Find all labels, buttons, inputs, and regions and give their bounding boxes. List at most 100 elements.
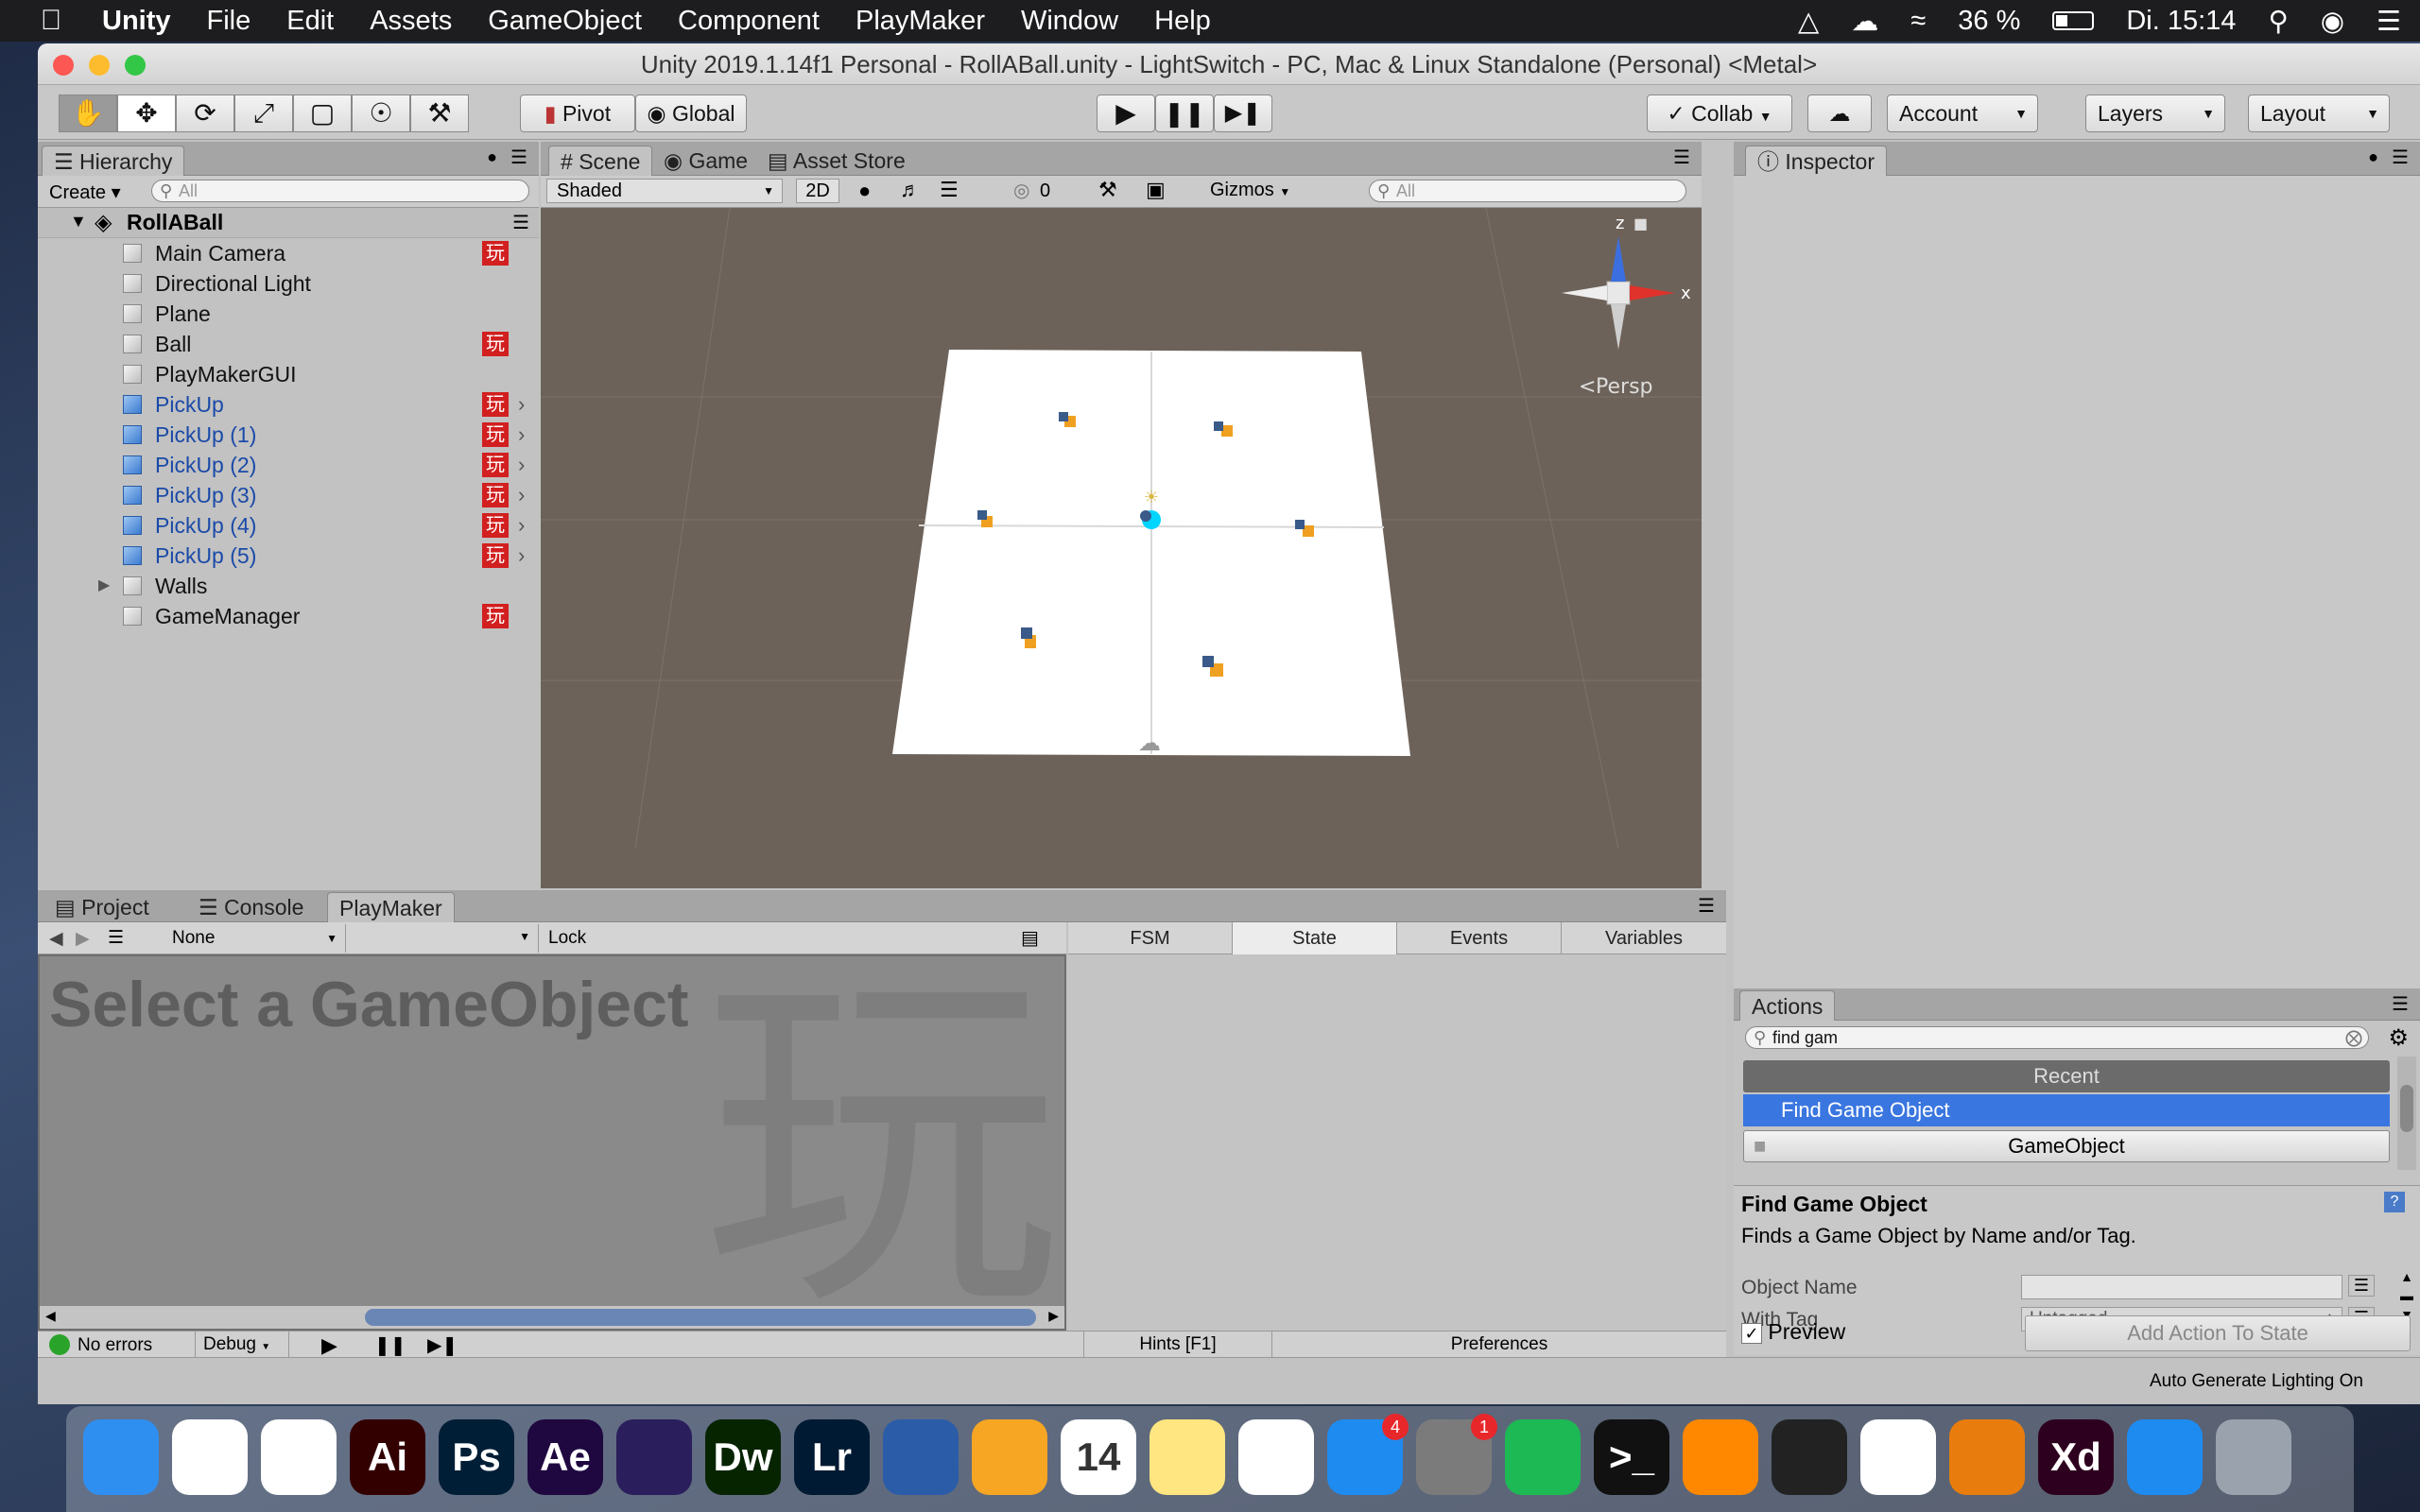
action-item-find-game-object[interactable]: Find Game Object <box>1743 1094 2390 1126</box>
menu-file[interactable]: File <box>207 6 251 37</box>
forward-icon[interactable]: ▶ <box>76 928 90 950</box>
premiere-icon[interactable] <box>616 1419 692 1495</box>
scroll-right-icon[interactable]: ▶ <box>1048 1308 1059 1324</box>
debug-step-button[interactable]: ▶❚ <box>427 1333 458 1357</box>
minimap-icon[interactable]: ▤ <box>1021 926 1039 950</box>
hierarchy-item[interactable]: Main Camera 玩 <box>38 238 539 268</box>
prefab-open-chevron-icon[interactable]: › <box>518 420 525 450</box>
lock-toggle[interactable]: Lock <box>548 928 586 949</box>
effects-toggle-icon[interactable]: ☰ <box>940 178 959 202</box>
play-button[interactable]: ▶ <box>1097 94 1155 132</box>
scene-header-row[interactable]: ▼ ◈ RollABall ☰ <box>38 208 539 238</box>
debug-play-button[interactable]: ▶ <box>321 1333 337 1358</box>
unityhub-icon[interactable] <box>1772 1419 1847 1495</box>
battery-icon[interactable] <box>2052 11 2095 30</box>
tab-hierarchy[interactable]: ☰ Hierarchy <box>42 146 185 176</box>
help-icon[interactable]: ? <box>2384 1192 2405 1212</box>
hierarchy-item[interactable]: PickUp (5) 玩 › <box>38 541 539 571</box>
scene-menu-icon[interactable]: ☰ <box>512 211 529 234</box>
playmaker-fsm-icon[interactable]: 玩 <box>482 332 509 356</box>
camera-icon[interactable]: ▣ <box>1146 178 1166 202</box>
tab-game[interactable]: ◉ Game <box>652 146 759 176</box>
graph-icon[interactable] <box>261 1419 337 1495</box>
expand-triangle-icon[interactable]: ▼ <box>70 212 87 232</box>
menu-edit[interactable]: Edit <box>286 6 334 37</box>
lock-icon[interactable]: ● <box>2368 147 2378 167</box>
errors-status[interactable]: No errors <box>78 1335 152 1356</box>
calendar-icon[interactable]: 14 <box>1061 1419 1136 1495</box>
tab-console[interactable]: ☰ Console <box>187 892 315 922</box>
scroll-left-icon[interactable]: ◀ <box>45 1308 56 1324</box>
menu-component[interactable]: Component <box>678 6 820 37</box>
notification-center-icon[interactable]: ☰ <box>2377 5 2401 38</box>
tab-project[interactable]: ▤ Project <box>43 892 161 922</box>
account-dropdown[interactable]: Account ▼ <box>1887 94 2038 132</box>
scene-search-input[interactable]: ⚲ All <box>1369 180 1686 202</box>
create-dropdown[interactable]: Create ▾ <box>49 180 121 204</box>
variable-toggle-icon[interactable]: ☰ <box>2348 1275 2375 1297</box>
hidden-objects-icon[interactable]: ◎ <box>1013 179 1029 202</box>
hierarchy-item[interactable]: PickUp (3) 玩 › <box>38 480 539 510</box>
playmaker-fsm-icon[interactable]: 玩 <box>482 604 509 628</box>
debug-dropdown[interactable]: Debug ▼ <box>195 1332 289 1358</box>
fsm-select-dropdown[interactable]: None ▼ <box>166 924 346 953</box>
hierarchy-item[interactable]: Directional Light <box>38 268 539 299</box>
illustrator-icon[interactable]: Ai <box>350 1419 425 1495</box>
xd-icon[interactable]: Xd <box>2038 1419 2114 1495</box>
scene-viewport[interactable]: ☀ ☁ z x ■ < Persp <box>541 207 1702 888</box>
hierarchy-item[interactable]: PickUp 玩 › <box>38 389 539 420</box>
menu-gameobject[interactable]: GameObject <box>488 6 642 37</box>
panel-menu-icon[interactable]: ☰ <box>510 146 527 169</box>
recent-header[interactable]: Recent <box>1743 1060 2390 1092</box>
layout-dropdown[interactable]: Layout ▼ <box>2248 94 2390 132</box>
tab-fsm[interactable]: FSM <box>1068 922 1233 954</box>
global-toggle[interactable]: ◉ Global <box>635 94 747 132</box>
lightroom-icon[interactable]: Lr <box>794 1419 870 1495</box>
panel-menu-icon[interactable]: ☰ <box>2392 992 2409 1016</box>
trash-icon[interactable] <box>2216 1419 2291 1495</box>
panel-menu-icon[interactable]: ☰ <box>2392 146 2409 169</box>
frame-icon[interactable] <box>883 1419 959 1495</box>
tab-state[interactable]: State <box>1233 922 1397 954</box>
expand-triangle-icon[interactable]: ▶ <box>98 571 110 601</box>
2d-toggle[interactable]: 2D <box>796 179 839 203</box>
tab-scene[interactable]: # Scene <box>548 146 653 176</box>
orientation-gizmo[interactable]: z x <box>1562 214 1691 350</box>
prefab-open-chevron-icon[interactable]: › <box>518 450 525 480</box>
clear-search-icon[interactable]: ⨂ <box>2345 1027 2362 1048</box>
aftereffects-icon[interactable]: Ae <box>527 1419 603 1495</box>
safari-icon[interactable] <box>2127 1419 2203 1495</box>
playmaker-fsm-icon[interactable]: 玩 <box>482 483 509 507</box>
panel-menu-icon[interactable]: ☰ <box>1698 894 1715 918</box>
category-gameobject[interactable]: ■ GameObject <box>1743 1130 2390 1162</box>
zoom-window-button[interactable] <box>125 55 146 76</box>
preferences-button[interactable]: Preferences <box>1272 1332 1726 1358</box>
cloud-button[interactable]: ☁ <box>1807 94 1872 132</box>
hierarchy-item[interactable]: ▶ Walls <box>38 571 539 601</box>
menu-clock[interactable]: Di. 15:14 <box>2126 6 2236 37</box>
shading-mode-dropdown[interactable]: Shaded ▼ <box>546 179 783 203</box>
pivot-toggle[interactable]: ▮ Pivot <box>520 94 635 132</box>
playmaker-fsm-icon[interactable]: 玩 <box>482 392 509 417</box>
playmaker-fsm-icon[interactable]: 玩 <box>482 543 509 568</box>
panel-menu-icon[interactable]: ☰ <box>1673 146 1690 169</box>
airplay-icon[interactable]: △ <box>1798 5 1819 38</box>
object-name-input[interactable] <box>2021 1275 2342 1299</box>
playmaker-fsm-icon[interactable]: 玩 <box>482 513 509 538</box>
debug-pause-button[interactable]: ❚❚ <box>374 1333 406 1357</box>
vlc-icon[interactable] <box>1683 1419 1758 1495</box>
hierarchy-item[interactable]: PickUp (1) 玩 › <box>38 420 539 450</box>
photoshop-icon[interactable]: Ps <box>439 1419 514 1495</box>
tools-icon[interactable]: ⚒ <box>1098 178 1117 202</box>
fsm-state-dropdown[interactable]: ▼ <box>350 924 539 953</box>
photos-icon[interactable] <box>1238 1419 1314 1495</box>
menu-help[interactable]: Help <box>1154 6 1211 37</box>
notes-icon[interactable] <box>1150 1419 1225 1495</box>
prefab-open-chevron-icon[interactable]: › <box>518 480 525 510</box>
add-action-to-state-button[interactable]: Add Action To State <box>2025 1315 2411 1351</box>
finder-icon[interactable] <box>83 1419 159 1495</box>
playmaker-fsm-icon[interactable]: 玩 <box>482 241 509 266</box>
collab-dropdown[interactable]: ✓ Collab ▼ <box>1647 94 1792 132</box>
chrome-icon[interactable] <box>172 1419 248 1495</box>
step-button[interactable]: ▶❚ <box>1214 94 1272 132</box>
